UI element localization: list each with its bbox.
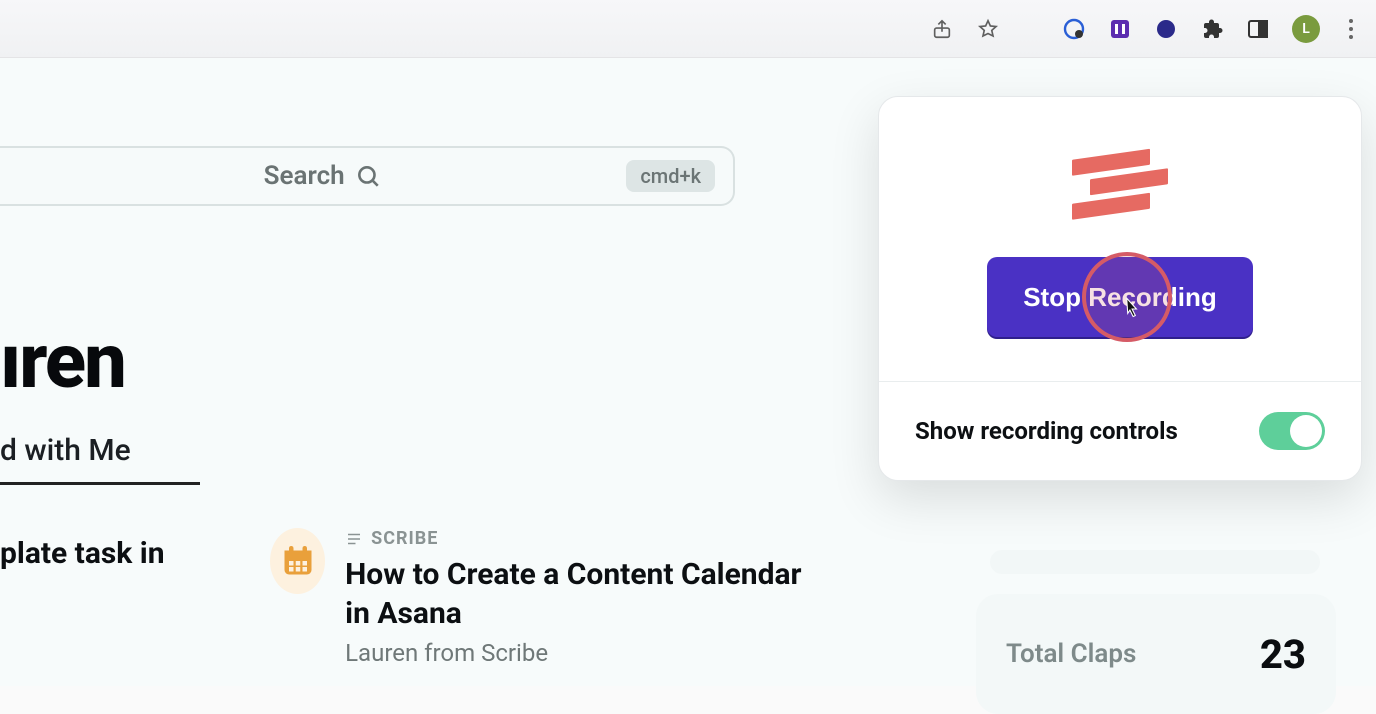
card-type-text: SCRIBE [371, 528, 438, 549]
show-controls-toggle[interactable] [1259, 412, 1325, 450]
card-title: How to Create a Content Calendar in Asan… [345, 555, 830, 633]
search-icon [355, 163, 381, 189]
share-icon[interactable] [930, 17, 954, 41]
list-icon [345, 530, 363, 548]
search-placeholder-text: Search [264, 161, 345, 191]
extension-icon-1[interactable] [1062, 17, 1086, 41]
tab-shared-with-me[interactable]: d with Me [0, 433, 200, 485]
toggle-knob [1290, 415, 1322, 447]
stat-label: Total Claps [1006, 639, 1136, 669]
card-author: Lauren from Scribe [345, 639, 830, 667]
profile-avatar[interactable]: L [1292, 15, 1320, 43]
browser-menu-icon[interactable] [1342, 19, 1360, 39]
browser-toolbar: L [0, 0, 1376, 58]
background-card [990, 550, 1320, 574]
side-panel-icon[interactable] [1246, 17, 1270, 41]
card-title: plate task in [0, 534, 165, 573]
extension-icon-3[interactable] [1154, 17, 1178, 41]
search-shortcut: cmd+k [626, 160, 715, 192]
show-controls-label: Show recording controls [915, 417, 1178, 445]
extensions-puzzle-icon[interactable] [1200, 17, 1224, 41]
extension-popup: Stop Recording Show recording controls [878, 96, 1362, 481]
search-input[interactable]: Search cmd+k [0, 146, 735, 206]
document-card[interactable]: plate task in [0, 528, 240, 667]
document-card[interactable]: SCRIBE How to Create a Content Calendar … [270, 528, 830, 667]
avatar-initial: L [1302, 21, 1310, 37]
stats-total-claps: Total Claps 23 [976, 594, 1336, 714]
scribe-logo-icon [1072, 146, 1168, 219]
stop-recording-button[interactable]: Stop Recording [987, 257, 1253, 337]
page-title: ıren [0, 316, 125, 406]
card-type-label: SCRIBE [345, 528, 830, 549]
stat-value: 23 [1260, 631, 1306, 678]
extension-icon-2[interactable] [1108, 17, 1132, 41]
extension-popup-top: Stop Recording [879, 97, 1361, 381]
search-placeholder: Search [18, 161, 626, 191]
calendar-icon [270, 528, 325, 594]
extension-popup-bottom: Show recording controls [879, 381, 1361, 480]
star-icon[interactable] [976, 17, 1000, 41]
